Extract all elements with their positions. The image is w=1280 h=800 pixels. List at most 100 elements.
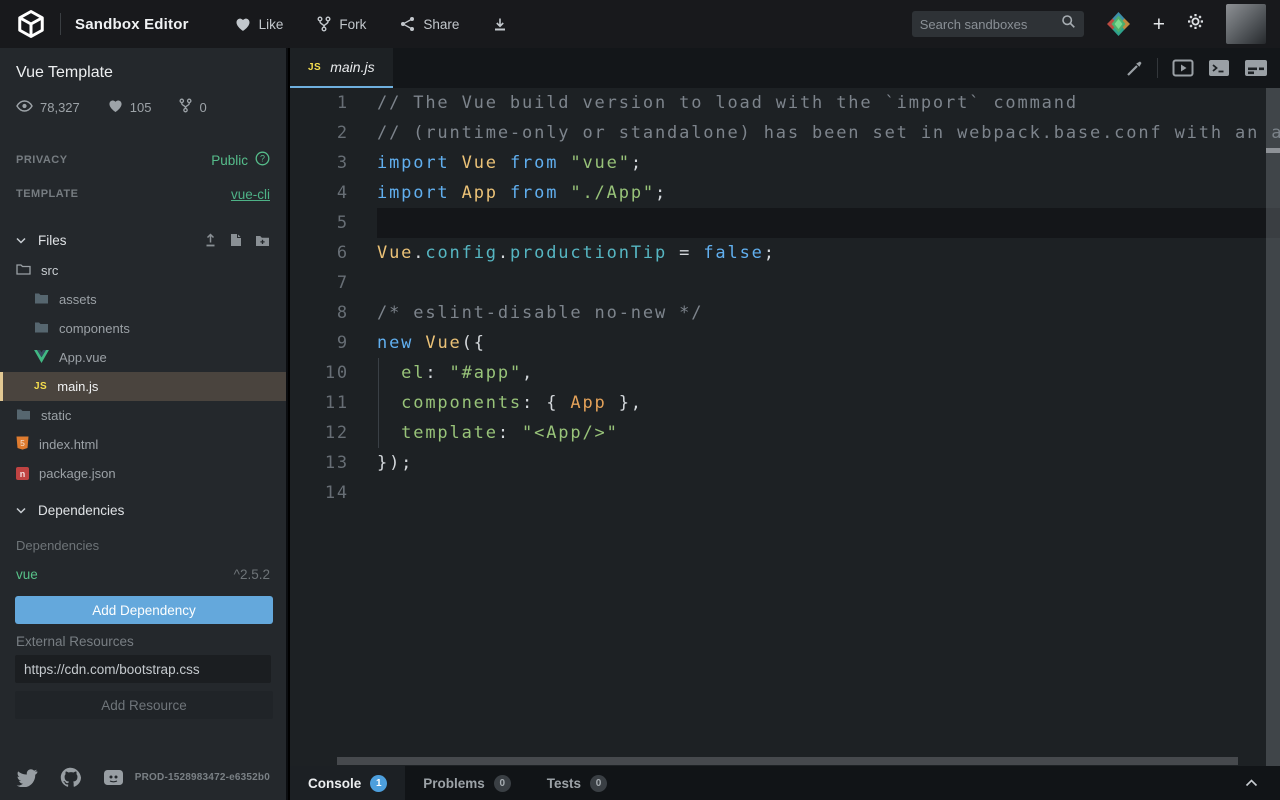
editor-view-controls bbox=[1126, 48, 1280, 88]
layout-view-icon[interactable] bbox=[1244, 59, 1268, 77]
settings-button[interactable] bbox=[1187, 13, 1204, 35]
tree-item-main-js[interactable]: JS main.js bbox=[0, 372, 286, 401]
tree-item-index-html[interactable]: 5 index.html bbox=[0, 430, 286, 459]
code-text: el: "#app", bbox=[349, 358, 534, 388]
sandbox-search[interactable] bbox=[912, 11, 1084, 37]
collapse-panel-button[interactable] bbox=[1245, 774, 1280, 792]
code-text: Vue.config.productionTip = false; bbox=[349, 238, 776, 268]
download-button[interactable] bbox=[493, 17, 507, 32]
code-editor[interactable]: 1// The Vue build version to load with t… bbox=[290, 88, 1280, 766]
new-folder-icon[interactable] bbox=[255, 233, 270, 247]
tree-item-static[interactable]: static bbox=[0, 401, 286, 430]
code-text: // (runtime-only or standalone) has been… bbox=[349, 118, 1280, 148]
problems-label: Problems bbox=[423, 776, 485, 791]
topbar-actions: Like Fork Share bbox=[235, 16, 508, 32]
twitter-icon[interactable] bbox=[16, 769, 38, 787]
add-resource-button[interactable]: Add Resource bbox=[15, 691, 273, 719]
views-count: 78,327 bbox=[40, 100, 80, 115]
upload-files-icon[interactable] bbox=[204, 233, 217, 247]
file-tree: src assets components App.vue JS main.js bbox=[0, 256, 286, 488]
code-text: components: { App }, bbox=[349, 388, 643, 418]
code-line[interactable]: 8/* eslint-disable no-new */ bbox=[290, 298, 1280, 328]
file-label: package.json bbox=[39, 466, 116, 481]
dev-tools-bar: Console 1 Problems 0 Tests 0 bbox=[290, 766, 1280, 800]
tab-name: main.js bbox=[330, 59, 374, 75]
problems-count-badge: 0 bbox=[494, 775, 511, 792]
app-title: Sandbox Editor bbox=[75, 16, 189, 33]
help-circle-icon[interactable]: ? bbox=[255, 151, 270, 169]
dependency-name[interactable]: vue bbox=[16, 567, 38, 582]
prettify-brush-icon[interactable] bbox=[1126, 60, 1143, 77]
tab-problems[interactable]: Problems 0 bbox=[405, 766, 529, 800]
code-line[interactable]: 4import App from "./App"; bbox=[290, 178, 1280, 208]
code-line[interactable]: 5 bbox=[290, 208, 1280, 238]
external-resource-item[interactable]: https://cdn.com/bootstrap.css bbox=[15, 655, 271, 683]
preview-view-icon[interactable] bbox=[1172, 59, 1194, 77]
chevron-up-icon bbox=[1245, 774, 1258, 792]
tree-item-package-json[interactable]: n package.json bbox=[0, 459, 286, 488]
code-text bbox=[349, 208, 377, 238]
editor-tabbar: JS main.js bbox=[290, 48, 1280, 88]
template-link[interactable]: vue-cli bbox=[231, 187, 270, 202]
dependency-row: vue ^2.5.2 bbox=[0, 567, 286, 582]
dependencies-header-label: Dependencies bbox=[38, 503, 124, 518]
code-line[interactable]: 1// The Vue build version to load with t… bbox=[290, 88, 1280, 118]
new-sandbox-button[interactable]: + bbox=[1153, 14, 1165, 35]
user-avatar[interactable] bbox=[1226, 4, 1266, 44]
tab-console[interactable]: Console 1 bbox=[290, 766, 405, 800]
tab-main-js[interactable]: JS main.js bbox=[290, 48, 393, 88]
privacy-row: PRIVACY Public ? bbox=[0, 152, 286, 168]
code-line[interactable]: 14 bbox=[290, 478, 1280, 508]
code-line[interactable]: 10 el: "#app", bbox=[290, 358, 1280, 388]
fork-button[interactable]: Fork bbox=[317, 16, 366, 32]
search-input[interactable] bbox=[920, 17, 1061, 32]
files-section-header[interactable]: Files bbox=[0, 228, 286, 252]
build-id: PROD-1528983472-e6352b0 bbox=[135, 772, 270, 783]
patron-gem-icon[interactable] bbox=[1106, 11, 1131, 38]
line-number: 4 bbox=[290, 178, 349, 208]
topbar: Sandbox Editor Like Fork Share bbox=[0, 0, 1280, 48]
tests-label: Tests bbox=[547, 776, 581, 791]
heart-icon bbox=[108, 99, 123, 116]
github-icon[interactable] bbox=[60, 767, 81, 788]
code-text bbox=[349, 478, 377, 508]
template-label: TEMPLATE bbox=[16, 188, 78, 200]
vertical-scrollbar-thumb[interactable] bbox=[1266, 148, 1280, 153]
privacy-value: Public ? bbox=[211, 151, 270, 169]
code-line[interactable]: 3import Vue from "vue"; bbox=[290, 148, 1280, 178]
svg-text:?: ? bbox=[260, 154, 265, 164]
code-line[interactable]: 13}); bbox=[290, 448, 1280, 478]
sandbox-stats: 78,327 105 0 bbox=[0, 82, 286, 116]
code-line[interactable]: 6Vue.config.productionTip = false; bbox=[290, 238, 1280, 268]
code-line[interactable]: 9new Vue({ bbox=[290, 328, 1280, 358]
line-number: 5 bbox=[290, 208, 349, 238]
tree-item-app-vue[interactable]: App.vue bbox=[0, 343, 286, 372]
share-button[interactable]: Share bbox=[400, 16, 459, 32]
tree-item-src[interactable]: src bbox=[0, 256, 286, 285]
chevron-down-icon bbox=[16, 507, 26, 514]
indent-guide bbox=[378, 358, 379, 448]
horizontal-scrollbar[interactable] bbox=[337, 757, 1238, 765]
discord-icon[interactable] bbox=[103, 769, 124, 786]
code-line[interactable]: 11 components: { App }, bbox=[290, 388, 1280, 418]
gear-icon bbox=[1187, 13, 1204, 35]
html5-icon: 5 bbox=[16, 436, 29, 453]
vertical-scrollbar[interactable] bbox=[1266, 88, 1280, 766]
file-label: static bbox=[41, 408, 71, 423]
new-file-icon[interactable] bbox=[230, 233, 242, 247]
folder-icon bbox=[34, 292, 49, 307]
code-line[interactable]: 12 template: "<App/>" bbox=[290, 418, 1280, 448]
add-dependency-button[interactable]: Add Dependency bbox=[15, 596, 273, 624]
svg-text:5: 5 bbox=[20, 438, 25, 448]
likes-count: 105 bbox=[130, 100, 152, 115]
tree-item-assets[interactable]: assets bbox=[0, 285, 286, 314]
code-text bbox=[349, 268, 377, 298]
code-line[interactable]: 7 bbox=[290, 268, 1280, 298]
code-line[interactable]: 2// (runtime-only or standalone) has bee… bbox=[290, 118, 1280, 148]
codesandbox-logo-icon[interactable] bbox=[14, 7, 48, 41]
console-view-icon[interactable] bbox=[1208, 59, 1230, 77]
dependencies-section-header[interactable]: Dependencies bbox=[0, 498, 286, 522]
like-button[interactable]: Like bbox=[235, 17, 284, 32]
tab-tests[interactable]: Tests 0 bbox=[529, 766, 625, 800]
tree-item-components[interactable]: components bbox=[0, 314, 286, 343]
